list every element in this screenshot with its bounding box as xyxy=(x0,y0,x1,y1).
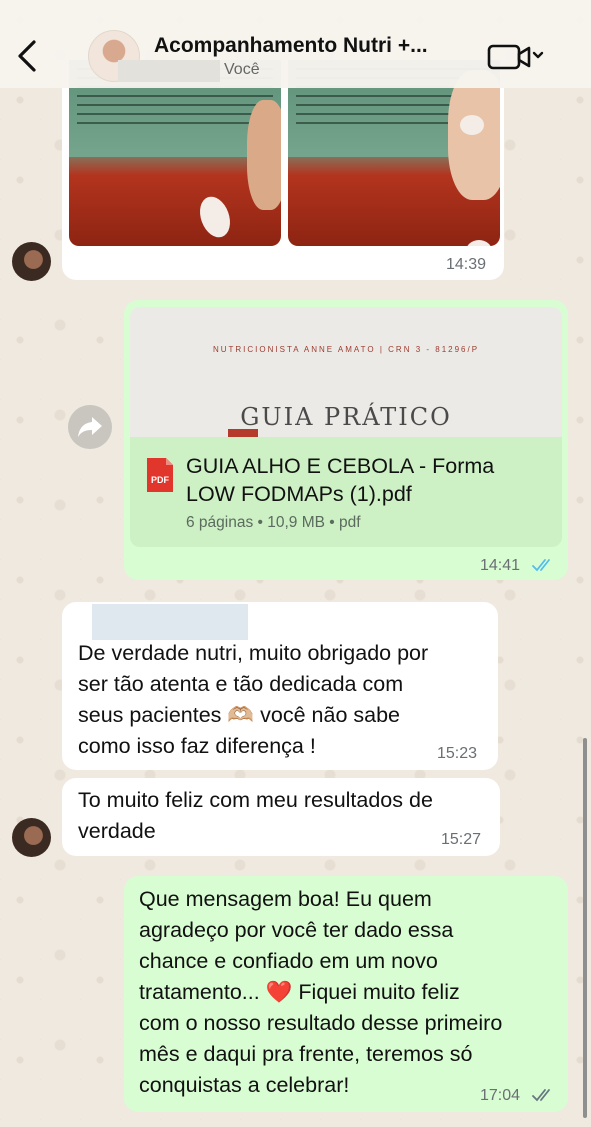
message-time: 17:04 xyxy=(480,1087,521,1104)
chat-header: Acompanhamento Nutri +... Você xyxy=(0,0,591,88)
message-line: mês e daqui pra frente, teremos só xyxy=(139,1042,473,1066)
forward-icon xyxy=(78,417,102,437)
svg-text:PDF: PDF xyxy=(151,475,170,485)
chat-title[interactable]: Acompanhamento Nutri +... xyxy=(154,34,428,58)
video-call-icon[interactable] xyxy=(487,42,547,72)
message-time: 14:39 xyxy=(446,256,487,273)
document-file-name[interactable]: GUIA ALHO E CEBOLA - Forma LOW FODMAPs (… xyxy=(186,452,546,508)
message-line: com o nosso resultado desse primeiro xyxy=(139,1011,503,1035)
message-line: Que mensagem boa! Eu quem xyxy=(139,887,432,911)
document-file-meta: 6 páginas • 10,9 MB • pdf xyxy=(186,514,361,531)
message-line: ser tão atenta e tão dedicada com xyxy=(78,672,404,696)
sender-avatar[interactable] xyxy=(12,242,51,281)
message-time: 15:27 xyxy=(441,831,482,848)
message-line: verdade xyxy=(78,819,156,843)
message-line: agradeço por você ter dado essa xyxy=(139,918,454,942)
redacted-sender-name xyxy=(92,604,248,640)
forward-button[interactable] xyxy=(68,405,112,449)
message-time: 14:41 xyxy=(480,557,521,574)
message-line: tratamento... ❤️ Fiquei muito feliz xyxy=(139,980,460,1004)
message-line: chance e confiado em um novo xyxy=(139,949,438,973)
message-line: seus pacientes 🫶🏼 você não sabe xyxy=(78,703,400,727)
document-preview-header: NUTRICIONISTA ANNE AMATO | CRN 3 - 81296… xyxy=(212,345,480,354)
redacted-members xyxy=(118,60,220,82)
pdf-file-icon: PDF xyxy=(147,458,173,492)
message-line: como isso faz diferença ! xyxy=(78,734,316,758)
chat-subtitle: Você xyxy=(224,61,260,78)
document-preview-title: GUIA PRÁTICO xyxy=(240,403,452,431)
chevron-left-icon[interactable] xyxy=(14,38,42,74)
message-line: De verdade nutri, muito obrigado por xyxy=(78,641,429,665)
scrollbar[interactable] xyxy=(583,738,587,1118)
message-line: To muito feliz com meu resultados de xyxy=(78,788,433,812)
delivered-ticks-icon xyxy=(532,1089,550,1102)
message-line: conquistas a celebrar! xyxy=(139,1073,350,1097)
sender-avatar[interactable] xyxy=(12,818,51,857)
document-preview[interactable]: NUTRICIONISTA ANNE AMATO | CRN 3 - 81296… xyxy=(130,307,562,437)
read-receipt-icon xyxy=(532,559,550,572)
message-time: 15:23 xyxy=(437,745,478,762)
